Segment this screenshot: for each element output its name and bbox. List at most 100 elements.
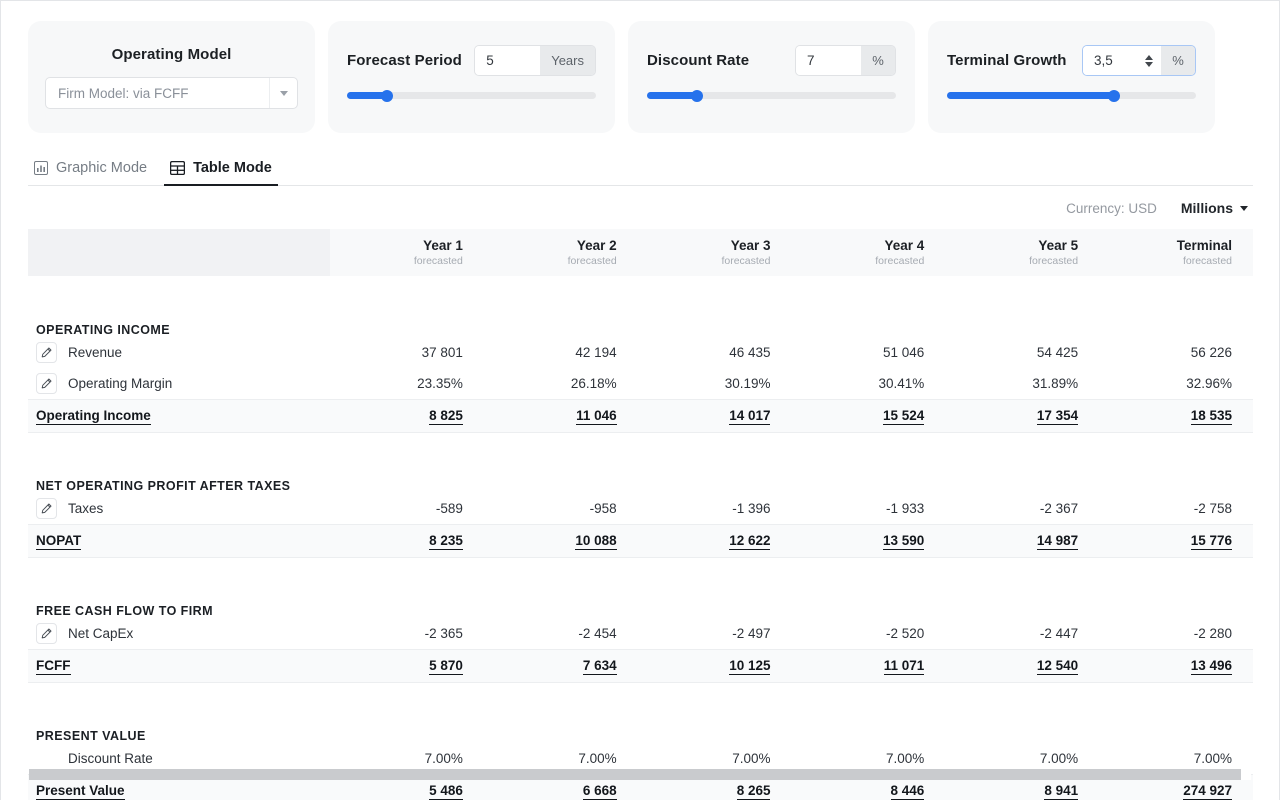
currency-bar: Currency: USD Millions	[1, 186, 1279, 216]
edit-pencil-icon[interactable]	[36, 623, 57, 644]
total-cell: 11 046	[484, 399, 638, 432]
slider-fill	[647, 92, 697, 99]
section-title: NET OPERATING PROFIT AFTER TAXES	[28, 469, 1253, 493]
column-year-label: Terminal	[1099, 238, 1232, 254]
terminal-growth-unit: %	[1161, 46, 1195, 75]
operating-model-title: Operating Model	[28, 21, 315, 63]
stepper-up-icon[interactable]	[1145, 55, 1153, 60]
total-cell: 14 017	[638, 399, 792, 432]
column-sub-label: forecasted	[330, 254, 463, 268]
section-title: PRESENT VALUE	[28, 719, 1253, 743]
table-cell: -2 520	[791, 618, 945, 649]
edit-pencil-icon[interactable]	[36, 342, 57, 363]
table-row: Revenue37 80142 19446 43551 04654 42556 …	[28, 337, 1253, 368]
row-label: Revenue	[68, 345, 122, 360]
forecast-period-input[interactable]: 5	[475, 46, 540, 75]
controls-row: Operating Model Firm Model: via FCFF For…	[1, 1, 1279, 133]
discount-rate-input-group[interactable]: 7 %	[795, 45, 896, 76]
slider-knob[interactable]	[691, 90, 703, 102]
total-row-label-cell: FCFF	[28, 649, 330, 682]
total-cell: 13 496	[1099, 649, 1253, 682]
discount-rate-unit: %	[861, 46, 895, 75]
table-row: Net CapEx-2 365-2 454-2 497-2 520-2 447-…	[28, 618, 1253, 649]
tab-graphic-mode[interactable]: Graphic Mode	[28, 160, 164, 185]
tab-graphic-mode-label: Graphic Mode	[56, 160, 147, 176]
row-label: Operating Margin	[68, 376, 172, 391]
table-cell: -2 367	[945, 493, 1099, 524]
slider-knob[interactable]	[1108, 90, 1120, 102]
terminal-growth-slider[interactable]	[947, 92, 1196, 100]
table-body: OPERATING INCOMERevenue37 80142 19446 43…	[28, 276, 1253, 800]
terminal-growth-input[interactable]: 3,5	[1083, 46, 1161, 75]
discount-rate-input[interactable]: 7	[796, 46, 861, 75]
table-cell: -2 280	[1099, 618, 1253, 649]
table-cell: 32.96%	[1099, 368, 1253, 399]
table-row: Taxes-589-958-1 396-1 933-2 367-2 758	[28, 493, 1253, 524]
total-row: FCFF5 8707 63410 12511 07112 54013 496	[28, 649, 1253, 682]
total-cell: 10 125	[638, 649, 792, 682]
spacer-row	[28, 276, 1253, 313]
operating-model-value: Firm Model: via FCFF	[46, 86, 269, 101]
table-cell: 30.41%	[791, 368, 945, 399]
table-cell: 51 046	[791, 337, 945, 368]
row-label: Taxes	[68, 501, 103, 516]
total-cell: 12 622	[638, 524, 792, 557]
table-head: Year 1forecastedYear 2forecastedYear 3fo…	[28, 229, 1253, 276]
app-viewport: Operating Model Firm Model: via FCFF For…	[0, 0, 1280, 800]
table-cell: 30.19%	[638, 368, 792, 399]
column-sub-label: forecasted	[484, 254, 617, 268]
units-selector[interactable]: Millions	[1181, 200, 1248, 216]
table-cell: 46 435	[638, 337, 792, 368]
table-header-2: Year 2forecasted	[484, 229, 638, 276]
table-cell: 23.35%	[330, 368, 484, 399]
number-stepper[interactable]	[1145, 55, 1153, 67]
column-sub-label: forecasted	[791, 254, 924, 268]
table-cell: -2 497	[638, 618, 792, 649]
section-title: FREE CASH FLOW TO FIRM	[28, 594, 1253, 618]
total-cell: 13 590	[791, 524, 945, 557]
total-cell: 17 354	[945, 399, 1099, 432]
forecast-period-input-group[interactable]: 5 Years	[474, 45, 596, 76]
discount-rate-slider[interactable]	[647, 92, 896, 100]
table-header-row: Year 1forecastedYear 2forecastedYear 3fo…	[28, 229, 1253, 276]
table-cell: 31.89%	[945, 368, 1099, 399]
dcf-table-container: Year 1forecastedYear 2forecastedYear 3fo…	[28, 229, 1253, 800]
stepper-down-icon[interactable]	[1145, 62, 1153, 67]
forecast-period-label: Forecast Period	[347, 52, 474, 69]
chevron-down-icon	[1240, 206, 1248, 211]
table-cell: -2 454	[484, 618, 638, 649]
table-cell: -589	[330, 493, 484, 524]
total-cell: 15 776	[1099, 524, 1253, 557]
horizontal-scrollbar[interactable]	[29, 769, 1251, 780]
section-header-row: NET OPERATING PROFIT AFTER TAXES	[28, 469, 1253, 493]
edit-pencil-icon[interactable]	[36, 498, 57, 519]
total-row-label-cell: NOPAT	[28, 524, 330, 557]
forecast-period-panel: Forecast Period 5 Years	[328, 21, 615, 133]
terminal-growth-value: 3,5	[1094, 53, 1113, 68]
table-cell: 37 801	[330, 337, 484, 368]
view-mode-tabs: Graphic Mode Table Mode	[28, 155, 1253, 186]
bar-chart-icon	[34, 161, 48, 175]
slider-knob[interactable]	[381, 90, 393, 102]
total-cell: 7 634	[484, 649, 638, 682]
total-row: Operating Income8 82511 04614 01715 5241…	[28, 399, 1253, 432]
section-header-row: PRESENT VALUE	[28, 719, 1253, 743]
tab-table-mode[interactable]: Table Mode	[164, 160, 289, 185]
chevron-down-icon[interactable]	[269, 78, 297, 108]
total-row-label: FCFF	[36, 658, 71, 675]
operating-model-select[interactable]: Firm Model: via FCFF	[45, 77, 298, 109]
spacer-row	[28, 557, 1253, 594]
total-cell: 8 235	[330, 524, 484, 557]
forecast-period-unit: Years	[540, 46, 595, 75]
forecast-period-slider[interactable]	[347, 92, 596, 100]
scrollbar-thumb[interactable]	[29, 769, 1241, 780]
table-cell: -1 933	[791, 493, 945, 524]
row-label-cell: Taxes	[28, 493, 330, 524]
terminal-growth-input-group[interactable]: 3,5 %	[1082, 45, 1196, 76]
edit-pencil-icon[interactable]	[36, 373, 57, 394]
table-header-corner	[28, 229, 330, 276]
table-header-4: Year 4forecasted	[791, 229, 945, 276]
total-cell: 15 524	[791, 399, 945, 432]
discount-rate-panel: Discount Rate 7 %	[628, 21, 915, 133]
table-cell: -2 365	[330, 618, 484, 649]
